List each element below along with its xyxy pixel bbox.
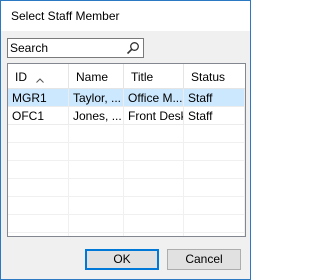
cell-id: MGR1	[8, 89, 69, 107]
column-header-id[interactable]: ID	[8, 64, 69, 88]
title-bar[interactable]: Select Staff Member	[1, 1, 250, 31]
search-box[interactable]	[7, 38, 144, 58]
table-header: ID Name Title Status	[8, 64, 245, 89]
column-header-label: Title	[131, 70, 154, 84]
column-header-label: Status	[191, 70, 226, 84]
column-header-label: ID	[15, 70, 27, 84]
dialog-window: Select Staff Member ID Name Title	[0, 0, 251, 280]
grid-divider	[8, 142, 245, 143]
ok-button[interactable]: OK	[85, 249, 159, 270]
column-header-name[interactable]: Name	[69, 64, 124, 88]
search-icon[interactable]	[126, 41, 140, 55]
column-header-label: Name	[76, 70, 109, 84]
table-row[interactable]: OFC1 Jones, ... Front Desk Staff	[8, 107, 245, 125]
cell-name: Taylor, ...	[69, 89, 124, 107]
cell-status: Staff	[184, 89, 245, 107]
grid-divider	[8, 232, 245, 233]
column-header-title[interactable]: Title	[124, 64, 184, 88]
search-input[interactable]	[10, 40, 122, 56]
grid-divider	[8, 196, 245, 197]
grid-divider	[8, 160, 245, 161]
cell-title: Office M...	[124, 89, 184, 107]
sort-ascending-icon	[36, 66, 44, 83]
cell-name: Jones, ...	[69, 107, 124, 125]
column-header-status[interactable]: Status	[184, 64, 245, 88]
grid-divider	[8, 214, 245, 215]
staff-table[interactable]: ID Name Title Status MGR1 Taylor, ... Of…	[7, 63, 246, 237]
grid-divider	[8, 178, 245, 179]
cell-title: Front Desk	[124, 107, 184, 125]
cell-status: Staff	[184, 107, 245, 125]
cell-id: OFC1	[8, 107, 69, 125]
dialog-title: Select Staff Member	[11, 9, 120, 23]
cancel-button[interactable]: Cancel	[167, 249, 241, 270]
table-row[interactable]: MGR1 Taylor, ... Office M... Staff	[8, 89, 245, 107]
